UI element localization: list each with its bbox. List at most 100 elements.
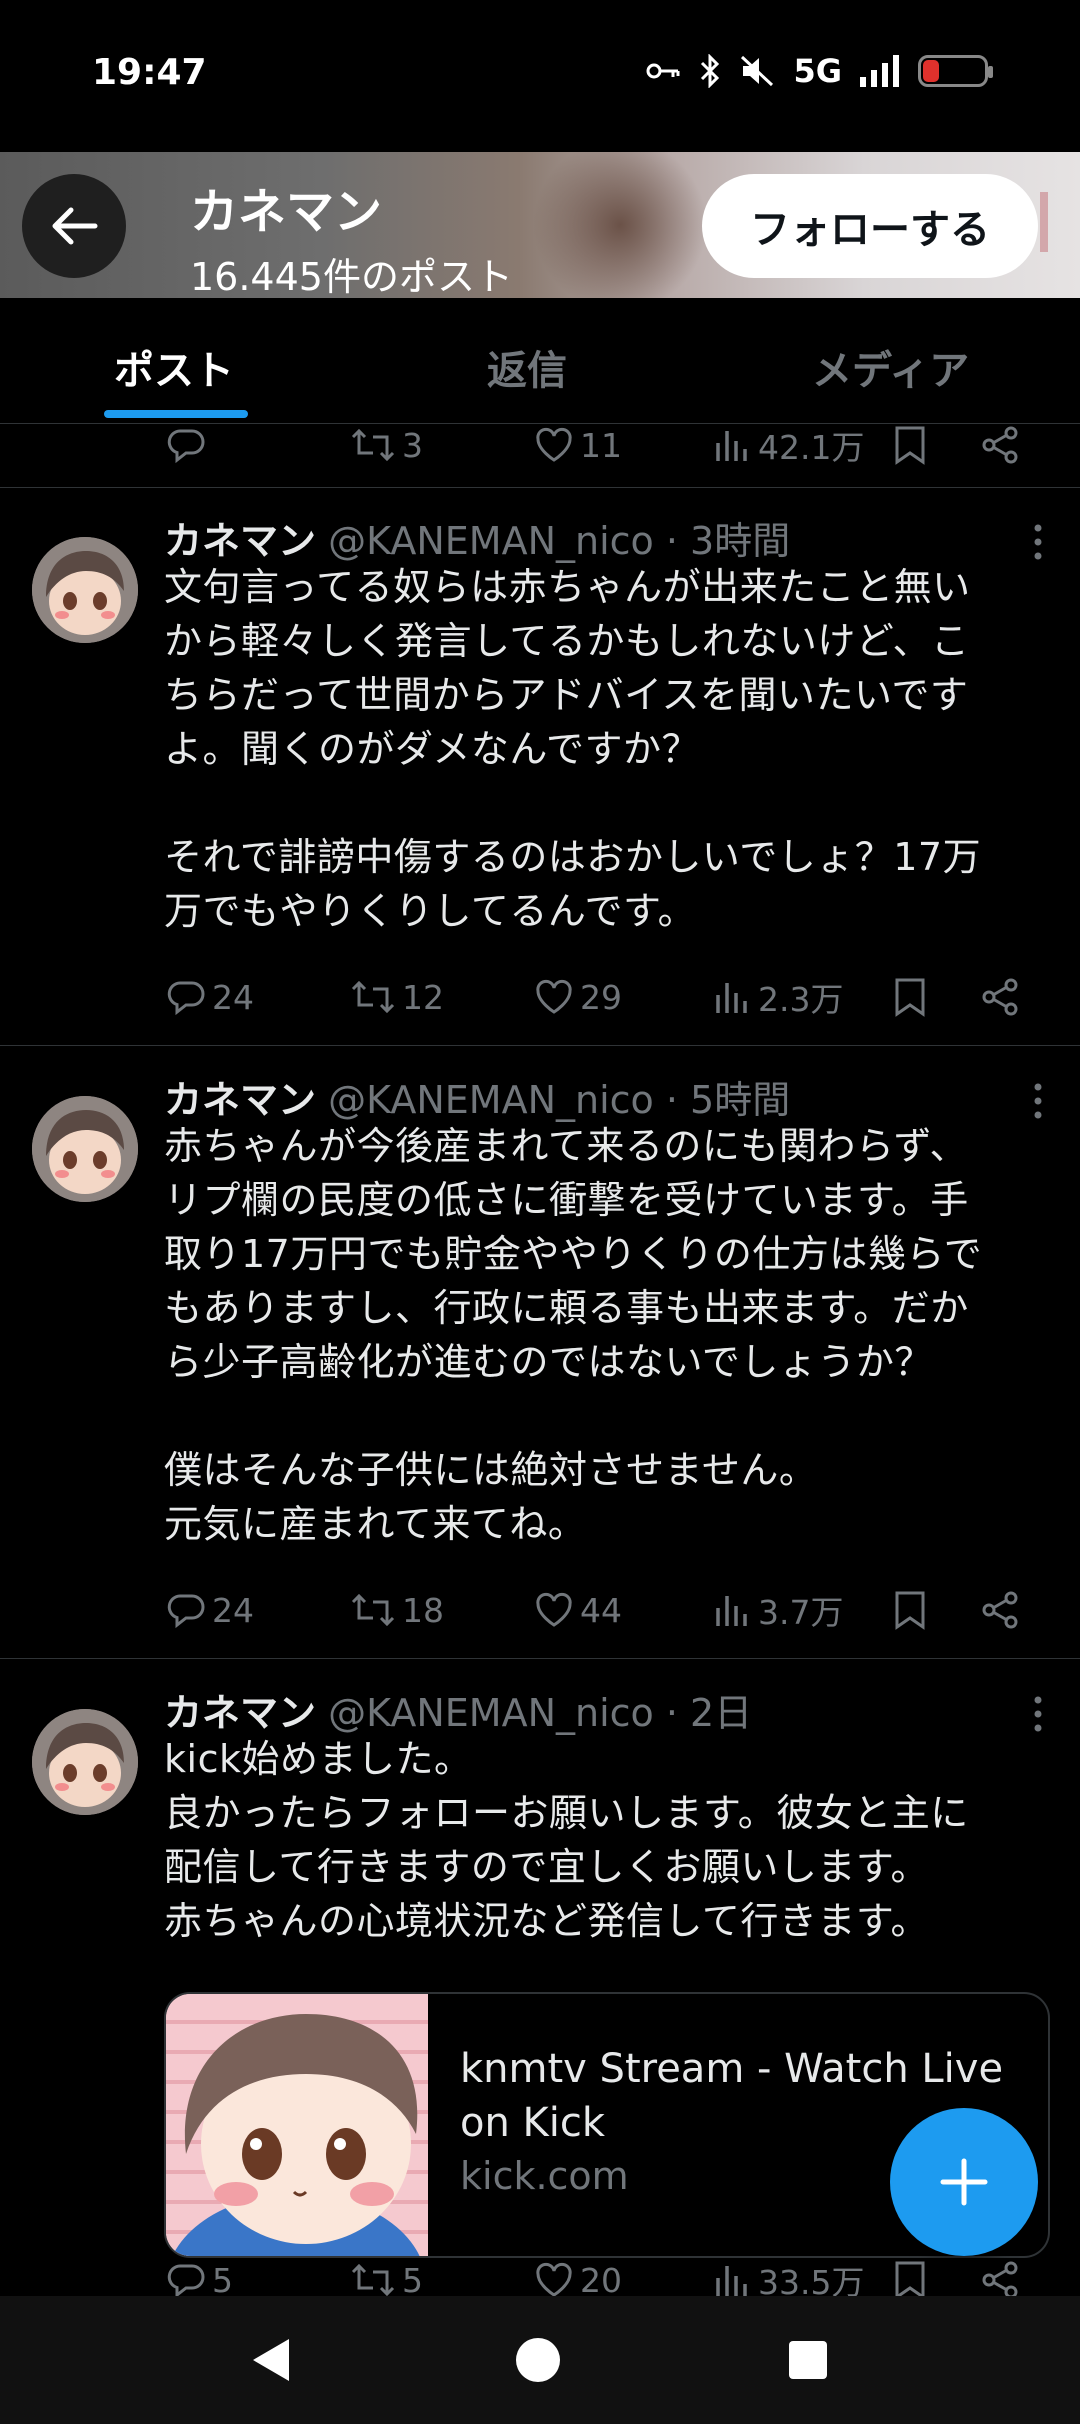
bookmark-button[interactable] (892, 1589, 928, 1631)
like-count: 11 (580, 425, 622, 465)
reply-icon (167, 1594, 205, 1629)
views-button[interactable]: 33.5万 (712, 2256, 864, 2297)
author-meta: @KANEMAN_nico · 3時間 (328, 519, 791, 563)
more-icon (1034, 1696, 1042, 1732)
follow-button[interactable]: フォローする (702, 174, 1038, 278)
retweet-count: 18 (402, 1590, 444, 1630)
status-icons: 5G (645, 52, 993, 90)
reply-icon (167, 2264, 205, 2297)
avatar[interactable] (32, 537, 138, 643)
network-label: 5G (793, 52, 842, 90)
reply-button[interactable] (166, 425, 206, 465)
reply-button[interactable]: 24 (166, 977, 254, 1017)
post-header: カネマン @KANEMAN_nico · 2日 (164, 1682, 752, 1737)
nav-recents-button[interactable] (780, 2332, 836, 2388)
battery-icon (918, 55, 993, 87)
retweet-icon (351, 980, 395, 1014)
nav-back-button[interactable] (242, 2332, 298, 2388)
like-button[interactable]: 29 (534, 977, 622, 1017)
post-actions: 24 12 29 2.3万 (166, 967, 1080, 1027)
reply-button[interactable]: 5 (166, 2260, 233, 2297)
like-button[interactable]: 44 (534, 1590, 622, 1630)
post-header: カネマン @KANEMAN_nico · 3時間 (164, 510, 790, 565)
retweet-button[interactable]: 18 (350, 1590, 444, 1630)
share-icon (982, 426, 1018, 464)
compose-button[interactable] (890, 2108, 1038, 2256)
bookmark-icon (895, 2261, 925, 2297)
like-count: 44 (580, 1590, 622, 1630)
back-arrow-icon (52, 207, 98, 245)
author-meta: @KANEMAN_nico · 2日 (328, 1691, 753, 1735)
compose-plus-icon (940, 2158, 988, 2206)
timeline[interactable]: 3 11 42.1万 カネマン @KANEMAN_nico · 3時間 文句言っ… (0, 425, 1080, 2297)
author-name[interactable]: カネマン (164, 1078, 316, 1122)
profile-tabs: ポスト 返信 メディア (0, 298, 1080, 424)
like-button[interactable]: 20 (534, 2260, 622, 2297)
more-icon (1034, 524, 1042, 560)
status-time: 19:47 (92, 52, 207, 93)
views-count: 33.5万 (758, 2263, 865, 2297)
retweet-button[interactable]: 3 (350, 425, 423, 465)
like-icon (536, 1592, 572, 1627)
system-nav-bar (0, 2296, 1080, 2424)
retweet-count: 12 (402, 977, 444, 1017)
bookmark-button[interactable] (892, 425, 928, 466)
like-count: 29 (580, 977, 622, 1017)
views-icon (716, 1596, 747, 1626)
author-name[interactable]: カネマン (164, 519, 316, 563)
bookmark-button[interactable] (892, 976, 928, 1018)
author-name[interactable]: カネマン (164, 1691, 316, 1735)
divider (0, 1658, 1080, 1659)
bookmark-button[interactable] (892, 2259, 928, 2297)
retweet-icon (351, 428, 395, 462)
divider (0, 1045, 1080, 1046)
status-bar: 19:47 5G (0, 0, 1080, 152)
more-icon (1034, 1083, 1042, 1119)
reply-button[interactable]: 24 (166, 1590, 254, 1630)
back-button[interactable] (22, 174, 126, 278)
divider (0, 487, 1080, 488)
share-button[interactable] (980, 977, 1020, 1017)
reply-count: 24 (212, 977, 254, 1017)
share-button[interactable] (980, 2260, 1020, 2297)
nav-home-button[interactable] (510, 2332, 566, 2388)
nav-home-icon (516, 2338, 560, 2382)
post[interactable]: カネマン @KANEMAN_nico · 3時間 文句言ってる奴らは赤ちゃんが出… (0, 510, 1080, 1030)
like-button[interactable]: 11 (534, 425, 622, 465)
reply-count: 5 (212, 2260, 233, 2298)
share-button[interactable] (980, 425, 1020, 465)
views-button[interactable]: 2.3万 (712, 973, 843, 1021)
bookmark-icon (895, 426, 925, 465)
tab-posts[interactable]: ポスト (114, 338, 234, 396)
share-button[interactable] (980, 1590, 1020, 1630)
retweet-button[interactable]: 5 (350, 2260, 423, 2297)
post[interactable]: カネマン @KANEMAN_nico · 5時間 赤ちゃんが今後産まれて来るのに… (0, 1069, 1080, 1649)
profile-name: カネマン (190, 184, 383, 240)
retweet-count: 5 (402, 2260, 423, 2298)
views-count: 2.3万 (758, 980, 844, 1019)
tab-media[interactable]: メディア (812, 338, 969, 396)
bookmark-icon (895, 1591, 925, 1630)
views-button[interactable]: 42.1万 (712, 425, 864, 469)
mute-icon (741, 55, 774, 87)
like-count: 20 (580, 2260, 622, 2298)
tab-replies[interactable]: 返信 (487, 338, 567, 396)
nav-back-icon (253, 2339, 289, 2381)
share-icon (982, 978, 1018, 1016)
retweet-button[interactable]: 12 (350, 977, 444, 1017)
views-icon (716, 2266, 747, 2296)
card-domain: kick.com (460, 2154, 629, 2198)
avatar[interactable] (32, 1709, 138, 1815)
like-icon (536, 427, 572, 462)
post-actions: 24 18 44 3.7万 (166, 1580, 1080, 1640)
bookmark-icon (895, 978, 925, 1017)
avatar[interactable] (32, 1096, 138, 1202)
signal-icon (860, 55, 899, 87)
retweet-icon (351, 1593, 395, 1627)
tab-indicator (104, 410, 248, 418)
retweet-count: 3 (402, 425, 423, 465)
profile-header: カネマン 16.445件のポスト フォローする (0, 152, 1080, 298)
post-header: カネマン @KANEMAN_nico · 5時間 (164, 1069, 790, 1124)
card-thumbnail (166, 1994, 428, 2256)
views-button[interactable]: 3.7万 (712, 1586, 843, 1634)
